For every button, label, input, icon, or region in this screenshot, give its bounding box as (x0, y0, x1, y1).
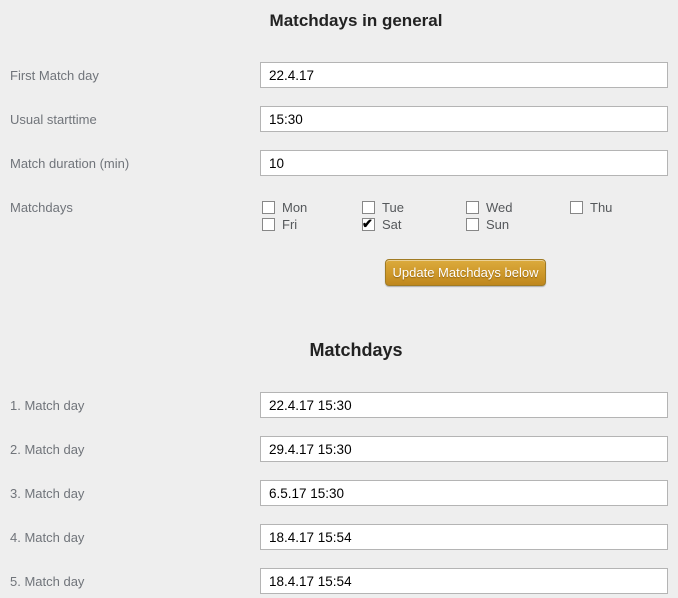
weekday-label-fri: Fri (282, 217, 297, 232)
match-day-3-input[interactable] (260, 480, 668, 506)
match-day-2-label: 2. Match day (10, 442, 84, 457)
section-title-matchdays: Matchdays (0, 340, 678, 361)
match-day-3-label: 3. Match day (10, 486, 84, 501)
match-day-5-label: 5. Match day (10, 574, 84, 589)
matchdays-group-label: Matchdays (10, 200, 73, 215)
section-title-general: Matchdays in general (0, 11, 678, 31)
weekday-checkbox-sun[interactable] (466, 218, 479, 231)
weekday-checkbox-wed[interactable] (466, 201, 479, 214)
match-day-1-label: 1. Match day (10, 398, 84, 413)
weekday-label-tue: Tue (382, 200, 404, 215)
weekday-label-mon: Mon (282, 200, 307, 215)
weekday-checkbox-mon[interactable] (262, 201, 275, 214)
weekday-item-sun: Sun (466, 217, 509, 231)
usual-starttime-label: Usual starttime (10, 112, 97, 127)
weekday-checkbox-tue[interactable] (362, 201, 375, 214)
match-day-1-input[interactable] (260, 392, 668, 418)
update-matchdays-button[interactable]: Update Matchdays below (385, 259, 546, 286)
matchdays-settings-page: Matchdays in general First Match day Usu… (0, 0, 678, 598)
weekday-item-thu: Thu (570, 200, 612, 214)
weekday-label-thu: Thu (590, 200, 612, 215)
weekday-item-mon: Mon (262, 200, 307, 214)
weekday-checkbox-thu[interactable] (570, 201, 583, 214)
weekday-label-wed: Wed (486, 200, 513, 215)
weekday-item-wed: Wed (466, 200, 513, 214)
weekday-label-sun: Sun (486, 217, 509, 232)
match-day-4-label: 4. Match day (10, 530, 84, 545)
match-day-2-input[interactable] (260, 436, 668, 462)
match-day-5-input[interactable] (260, 568, 668, 594)
first-match-day-input[interactable] (260, 62, 668, 88)
weekday-checkbox-sat[interactable] (362, 218, 375, 231)
match-duration-label: Match duration (min) (10, 156, 129, 171)
weekday-item-sat: Sat (362, 217, 402, 231)
usual-starttime-input[interactable] (260, 106, 668, 132)
weekday-item-fri: Fri (262, 217, 297, 231)
first-match-day-label: First Match day (10, 68, 99, 83)
match-day-4-input[interactable] (260, 524, 668, 550)
match-duration-input[interactable] (260, 150, 668, 176)
weekday-label-sat: Sat (382, 217, 402, 232)
weekday-item-tue: Tue (362, 200, 404, 214)
weekday-checkbox-fri[interactable] (262, 218, 275, 231)
